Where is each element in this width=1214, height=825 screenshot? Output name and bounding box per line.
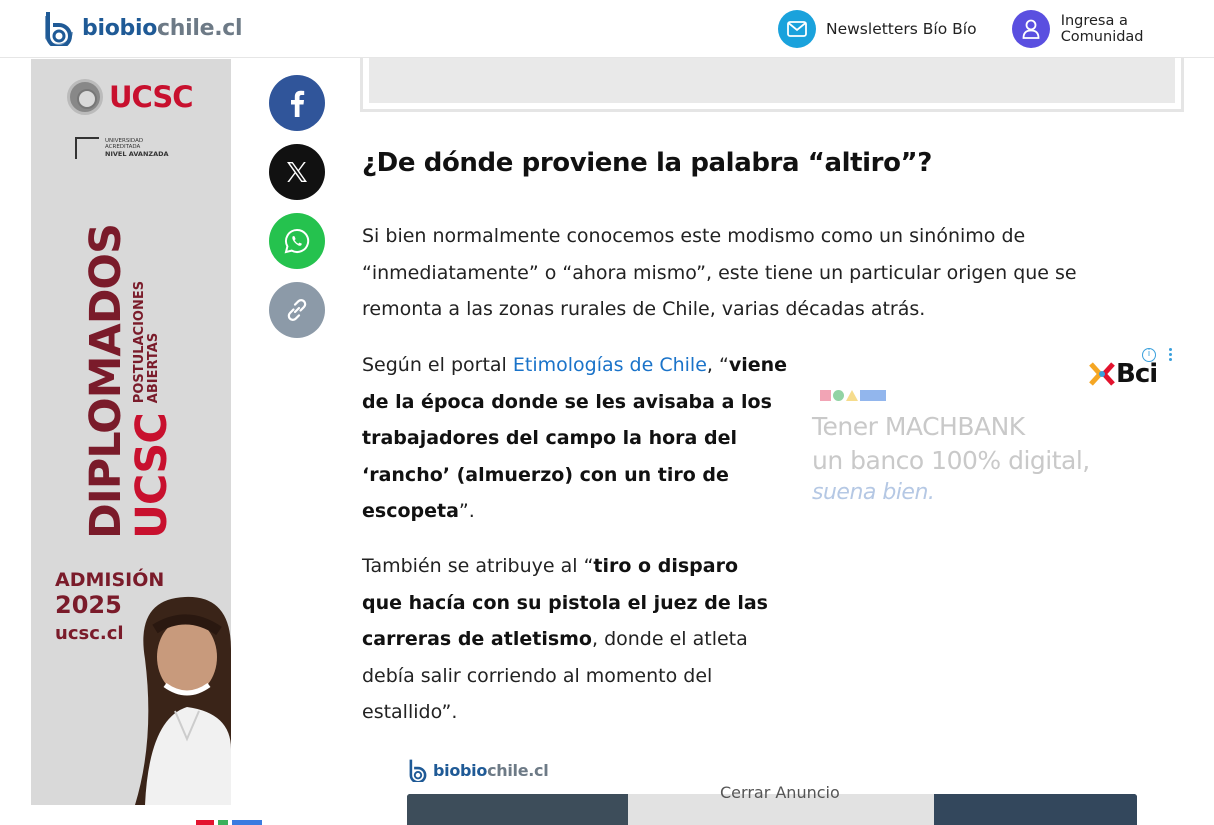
ucsc-logo: UCSC <box>67 79 194 115</box>
video-logo-biobio: biobio <box>433 760 488 780</box>
bci-ad[interactable]: i Bci Tener MACHBANK un banco 100% digit… <box>806 346 1186 516</box>
site-logo[interactable]: biobiochile.cl <box>42 10 243 46</box>
postulaciones-text: POSTULACIONES <box>132 280 147 404</box>
share-facebook-button[interactable] <box>269 75 325 131</box>
article-paragraph-3: También se atribuye al “tiro o disparo q… <box>362 548 772 731</box>
bci-ad-line1: Tener MACHBANK <box>812 412 1025 441</box>
admision-label: ADMISIÓN <box>55 569 165 591</box>
machbank-shapes-icon <box>820 390 888 401</box>
community-label: Ingresa a Comunidad <box>1060 13 1144 45</box>
accreditation-badge: UNIVERSIDAD ACREDITADA NIVEL AVANZADA <box>75 137 175 159</box>
video-logo: biobiochile.cl <box>407 758 549 782</box>
video-logo-chile: chile.cl <box>487 760 549 780</box>
p2-mid: , “ <box>706 354 729 376</box>
biobio-logo-icon-small <box>409 759 427 782</box>
logo-text-biobio: biobio <box>82 15 158 41</box>
newsletters-link[interactable]: Newsletters Bío Bío <box>778 10 977 48</box>
logo-text-chile: chile.cl <box>157 15 243 41</box>
video-thumb-left <box>407 794 628 825</box>
newsletters-label: Newsletters Bío Bío <box>826 20 977 38</box>
article-paragraph-1: Si bien normalmente conocemos este modis… <box>362 225 1077 320</box>
mail-icon <box>778 10 816 48</box>
accreditation-line2: NIVEL AVANZADA <box>105 149 169 158</box>
link-icon <box>287 299 307 321</box>
p2-intro: Según el portal <box>362 354 513 376</box>
facebook-icon <box>291 90 305 117</box>
accreditation-icon <box>75 137 99 159</box>
accreditation-line1: UNIVERSIDAD ACREDITADA <box>105 137 144 151</box>
diplomados-headline: DIPLOMADOS <box>81 224 131 539</box>
site-header: biobiochile.cl Newsletters Bío Bío Ingre… <box>0 0 1214 58</box>
article-subheading: ¿De dónde proviene la palabra “altiro”? <box>362 148 932 178</box>
close-ad-button[interactable]: Cerrar Anuncio <box>720 783 840 802</box>
bci-brand: Bci <box>1116 359 1158 389</box>
embedded-content-placeholder <box>369 58 1175 103</box>
whatsapp-icon <box>284 228 310 254</box>
community-login-link[interactable]: Ingresa a Comunidad <box>1012 10 1214 48</box>
user-icon <box>1012 10 1050 48</box>
embedded-content-frame <box>360 58 1184 112</box>
bci-ad-line2: un banco 100% digital, <box>812 446 1090 475</box>
bci-logo: Bci <box>1088 359 1158 389</box>
abiertas-text: ABIERTAS <box>146 332 161 404</box>
bci-ad-line3: suena bien. <box>812 480 935 505</box>
ucsc-vertical: UCSC <box>127 413 177 539</box>
site-logo-text: biobiochile.cl <box>82 15 243 41</box>
ucsc-seal-icon <box>67 79 103 115</box>
video-thumb-right <box>934 794 1137 825</box>
ad-options-icon[interactable] <box>1167 348 1173 364</box>
share-x-button[interactable] <box>269 144 325 200</box>
x-icon <box>287 162 307 182</box>
bottom-ad-shapes-icon <box>196 820 266 825</box>
etimologias-link[interactable]: Etimologías de Chile <box>513 354 707 376</box>
bci-x-icon <box>1089 362 1115 386</box>
p2-quote: viene de la época donde se les avisaba a… <box>362 354 788 522</box>
student-photo <box>135 596 231 805</box>
share-whatsapp-button[interactable] <box>269 213 325 269</box>
article-paragraph-2: Según el portal Etimologías de Chile, “v… <box>362 347 794 530</box>
ucsc-ad-banner[interactable]: UCSC UNIVERSIDAD ACREDITADA NIVEL AVANZAD… <box>31 59 231 805</box>
copy-link-button[interactable] <box>269 282 325 338</box>
ucsc-brand: UCSC <box>109 80 194 114</box>
biobio-logo-icon <box>45 12 73 46</box>
diplomados-vertical: DIPLOMADOS UCSC POSTULACIONES ABIERTAS <box>81 194 183 539</box>
p3-intro: También se atribuye al “ <box>362 555 594 577</box>
p2-end: ”. <box>458 500 475 522</box>
